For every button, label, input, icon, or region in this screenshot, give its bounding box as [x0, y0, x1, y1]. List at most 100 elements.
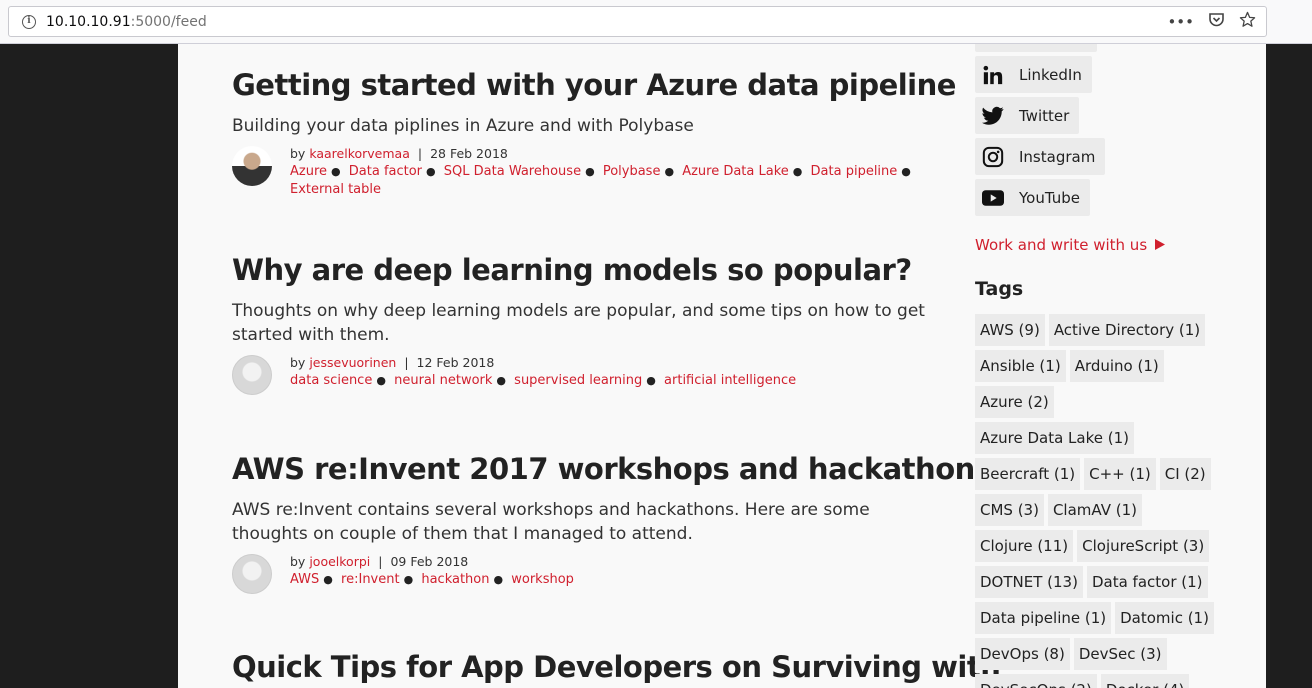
work-with-us-link[interactable]: Work and write with us [975, 236, 1215, 254]
tag-chip[interactable]: Docker (4) [1100, 674, 1190, 688]
tag-chip[interactable]: ClojureScript (3) [1077, 530, 1210, 562]
tag-cloud: AWS (9) Active Directory (1) Ansible (1)… [975, 314, 1215, 688]
post-item: Quick Tips for App Developers on Survivi… [232, 650, 1001, 684]
separator: | [378, 554, 383, 569]
post-meta: by jooelkorpi | 09 Feb 2018 AWS ● re:Invent… [232, 552, 932, 596]
post-description: AWS re:Invent contains several workshops… [232, 500, 870, 544]
author-avatar[interactable] [232, 146, 272, 186]
url-host: 10.10.10.91 [46, 13, 131, 30]
separator: | [417, 146, 423, 161]
tag-chip[interactable]: CMS (3) [975, 494, 1044, 526]
social-label: LinkedIn [1019, 65, 1082, 84]
byline: by kaarelkorvemaa | 28 Feb 2018 [290, 144, 932, 163]
post-title[interactable]: Quick Tips for App Developers on Survivi… [232, 650, 1001, 684]
byline: by jessevuorinen | 12 Feb 2018 [290, 353, 932, 372]
author-link[interactable]: jooelkorpi [309, 554, 370, 569]
tag-separator: ● [496, 374, 507, 387]
social-item-linkedin[interactable]: LinkedIn [975, 56, 1092, 93]
post-tags: data science ● neural network ● supervised… [290, 372, 930, 390]
tag-chip[interactable]: Arduino (1) [1069, 350, 1164, 382]
tag-chip[interactable]: AWS (9) [975, 314, 1045, 346]
instagram-icon [981, 145, 1005, 169]
post-tag[interactable]: Data factor [349, 164, 422, 179]
social-item-partial[interactable] [975, 44, 1097, 52]
linkedin-icon [981, 63, 1005, 87]
post-tag[interactable]: Azure Data Lake [682, 164, 789, 179]
post-tag[interactable]: hackathon [421, 572, 489, 587]
post-item: Why are deep learning models so popular?… [232, 253, 932, 397]
post-tag[interactable]: SQL Data Warehouse [444, 164, 581, 179]
post-meta: by jessevuorinen | 12 Feb 2018 data scienc… [232, 353, 932, 397]
url-text[interactable]: 10.10.10.91:5000/feed [46, 14, 207, 30]
post-tag[interactable]: AWS [290, 572, 319, 587]
post-tag[interactable]: Polybase [603, 164, 661, 179]
url-actions: ••• [1167, 7, 1256, 36]
post-meta: by kaarelkorvemaa | 28 Feb 2018 Azure ● Dat… [232, 144, 932, 199]
post-tag[interactable]: Data pipeline [811, 164, 898, 179]
post-description: Thoughts on why deep learning models are… [232, 301, 925, 345]
post-title[interactable]: Getting started with your Azure data pip… [232, 68, 956, 102]
social-item-youtube[interactable]: YouTube [975, 179, 1090, 216]
post-tag[interactable]: re:Invent [341, 572, 400, 587]
tag-chip[interactable]: Data factor (1) [1086, 566, 1208, 598]
tag-separator: ● [493, 573, 504, 586]
tag-chip[interactable]: Datomic (1) [1115, 602, 1214, 634]
pocket-icon[interactable] [1208, 12, 1225, 32]
byline: by jooelkorpi | 09 Feb 2018 [290, 552, 932, 571]
post-tag[interactable]: External table [290, 182, 381, 197]
social-item-instagram[interactable]: Instagram [975, 138, 1106, 175]
bookmark-star-icon[interactable] [1239, 11, 1256, 32]
info-icon[interactable]: i [22, 14, 36, 29]
tag-chip[interactable]: CI (2) [1159, 458, 1211, 490]
twitter-icon [981, 104, 1005, 128]
work-with-us-label: Work and write with us [975, 236, 1148, 254]
tag-chip[interactable]: DevSecOps (2) [975, 674, 1097, 688]
post-tag[interactable]: Azure [290, 164, 327, 179]
post-date: 12 Feb 2018 [416, 355, 495, 370]
tag-chip[interactable]: Active Directory (1) [1048, 314, 1206, 346]
author-link[interactable]: jessevuorinen [309, 355, 396, 370]
post-tags: Azure ● Data factor ● SQL Data Warehouse ● … [290, 163, 930, 199]
tag-separator: ● [331, 165, 341, 178]
social-label: Twitter [1019, 106, 1070, 125]
author-avatar[interactable] [232, 355, 272, 395]
tag-chip[interactable]: Clojure (11) [975, 530, 1074, 562]
social-label: YouTube [1019, 188, 1080, 207]
post-tag[interactable]: data science [290, 373, 372, 388]
post-item: AWS re:Invent 2017 workshops and hackath… [232, 452, 992, 596]
tag-separator: ● [403, 573, 414, 586]
url-bar[interactable]: i 10.10.10.91:5000/feed ••• [8, 6, 1267, 37]
post-title[interactable]: AWS re:Invent 2017 workshops and hackath… [232, 452, 992, 486]
tag-chip[interactable]: DevSec (3) [1073, 638, 1167, 670]
more-actions-icon[interactable]: ••• [1167, 13, 1194, 31]
tag-chip[interactable]: ClamAV (1) [1047, 494, 1142, 526]
social-label: Instagram [1019, 147, 1096, 166]
tag-separator: ● [376, 374, 386, 387]
page-content: Getting started with your Azure data pip… [178, 44, 1266, 688]
author-avatar[interactable] [232, 554, 272, 594]
sidebar: LinkedIn Twitter Instagram YouTube Work … [975, 44, 1215, 688]
post-tag[interactable]: artificial intelligence [664, 373, 796, 388]
author-link[interactable]: kaarelkorvemaa [309, 146, 410, 161]
tag-chip[interactable]: DOTNET (13) [975, 566, 1083, 598]
post-title[interactable]: Why are deep learning models so popular? [232, 253, 932, 287]
social-item-twitter[interactable]: Twitter [975, 97, 1080, 134]
tag-chip[interactable]: DevOps (8) [975, 638, 1070, 670]
tag-separator: ● [585, 165, 595, 178]
tag-chip[interactable]: Beercraft (1) [975, 458, 1081, 490]
post-tag[interactable]: supervised learning [514, 373, 642, 388]
tag-chip[interactable]: Azure (2) [975, 386, 1054, 418]
post-tag[interactable]: neural network [394, 373, 492, 388]
by-label: by [290, 146, 306, 161]
tag-separator: ● [323, 573, 333, 586]
tag-separator: ● [901, 165, 911, 178]
post-item: Getting started with your Azure data pip… [232, 68, 956, 199]
post-tag[interactable]: workshop [511, 572, 574, 587]
tag-chip[interactable]: Azure Data Lake (1) [975, 422, 1135, 454]
by-label: by [290, 355, 306, 370]
tag-chip[interactable]: Ansible (1) [975, 350, 1066, 382]
url-path: :5000/feed [130, 13, 207, 30]
tag-chip[interactable]: C++ (1) [1084, 458, 1156, 490]
separator: | [404, 355, 409, 370]
tag-chip[interactable]: Data pipeline (1) [975, 602, 1112, 634]
